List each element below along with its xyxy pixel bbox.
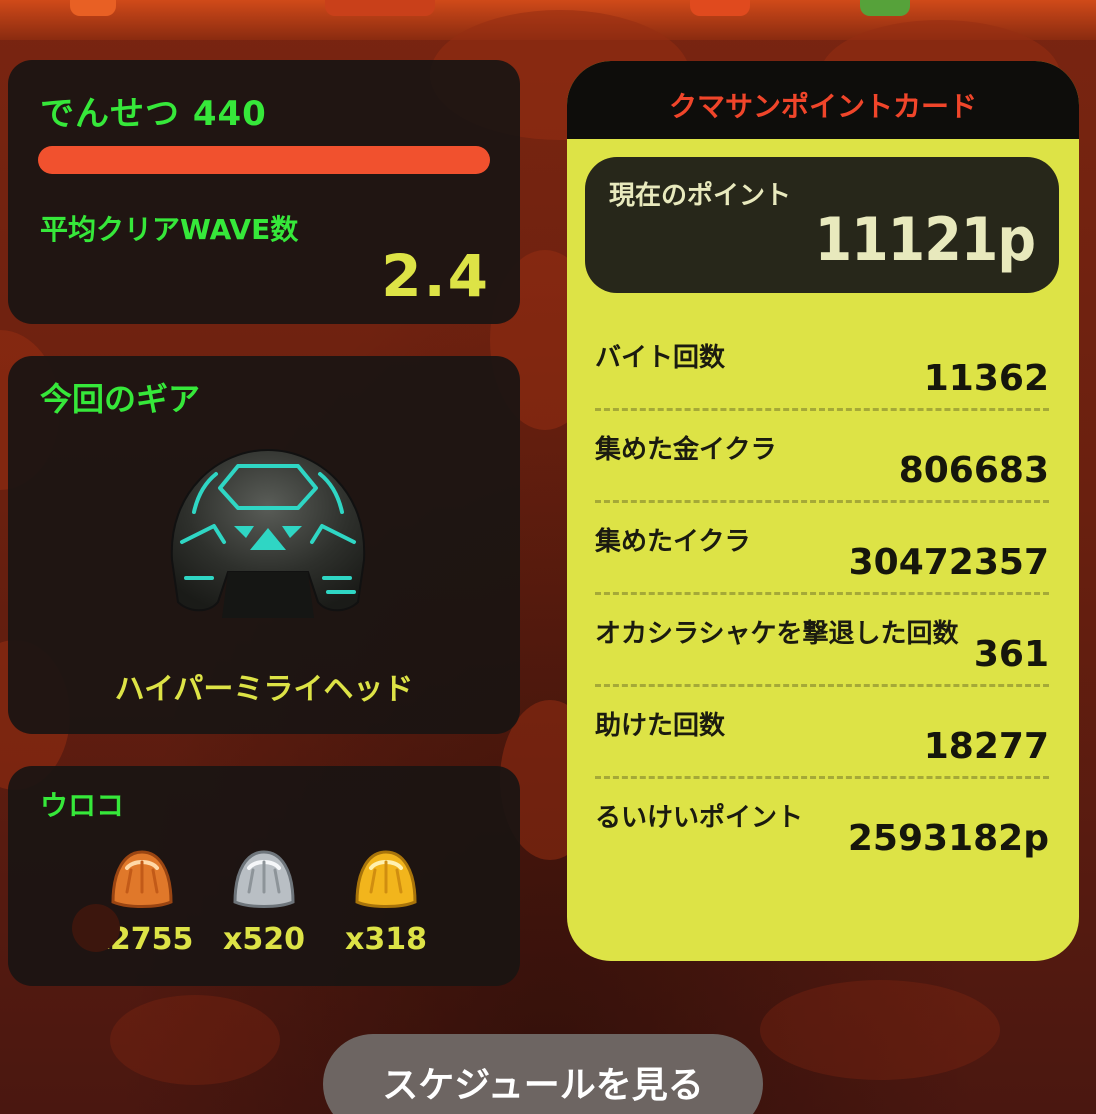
gear-title: 今回のギア: [40, 380, 201, 418]
top-decoration: [690, 0, 750, 16]
stat-row: るいけいポイント 2593182p: [595, 779, 1049, 871]
current-points-label: 現在のポイント: [609, 181, 792, 211]
gear-name: ハイパーミライヘッド: [114, 672, 414, 707]
stat-label: 助けた回数: [595, 711, 726, 741]
stat-row: オカシラシャケを撃退した回数 361: [595, 595, 1049, 687]
top-decoration: [325, 0, 435, 16]
stat-value: 806683: [898, 450, 1049, 491]
stat-label: るいけいポイント: [595, 803, 804, 833]
scales-title: ウロコ: [40, 789, 125, 822]
stat-label: 集めたイクラ: [595, 527, 751, 557]
background-blob: [760, 980, 1000, 1080]
helmet-icon: [170, 448, 366, 618]
stat-row: 集めたイクラ 30472357: [595, 503, 1049, 595]
current-points-value: 11121p: [814, 205, 1036, 275]
rank-panel: でんせつ 440 平均クリアWAVE数 2.4: [8, 60, 520, 324]
stat-row: 助けた回数 18277: [595, 687, 1049, 779]
top-decoration: [70, 0, 116, 16]
scales-panel: ウロコ x2755 x520 x318: [8, 766, 520, 986]
view-schedule-label: スケジュールを見る: [382, 1065, 704, 1106]
point-card-title: クマサンポイントカード: [668, 90, 977, 123]
stat-value: 18277: [923, 726, 1049, 767]
gear-panel: 今回のギア ハイパーミライヘッド: [8, 356, 520, 734]
bronze-scale-icon: [111, 850, 173, 908]
current-points-box: 現在のポイント 11121p: [585, 157, 1059, 293]
rank-progress-bar: [38, 146, 490, 174]
gold-scale-count: x318: [345, 922, 427, 957]
average-wave-label: 平均クリアWAVE数: [40, 213, 299, 246]
stat-value: 2593182p: [847, 818, 1049, 859]
average-wave-value: 2.4: [381, 242, 490, 310]
gold-scale-icon: [355, 850, 417, 908]
stat-label: バイト回数: [595, 343, 726, 373]
stat-value: 11362: [923, 358, 1049, 399]
stat-row: バイト回数 11362: [595, 319, 1049, 411]
silver-scale-count: x520: [223, 922, 305, 957]
rank-title: でんせつ 440: [40, 94, 267, 134]
stat-label: オカシラシャケを撃退した回数: [595, 619, 959, 649]
top-decoration: [860, 0, 910, 16]
silver-scale-icon: [233, 850, 295, 908]
silver-scale: x520: [204, 848, 324, 957]
view-schedule-button[interactable]: スケジュールを見る: [323, 1034, 763, 1114]
stat-label: 集めた金イクラ: [595, 435, 777, 465]
point-card-header: クマサンポイントカード: [567, 61, 1079, 139]
stat-row: 集めた金イクラ 806683: [595, 411, 1049, 503]
background-blob: [110, 995, 280, 1085]
point-card-notch: [72, 904, 120, 952]
point-card: クマサンポイントカード 現在のポイント 11121p バイト回数 11362 集…: [567, 61, 1079, 961]
stat-value: 361: [973, 634, 1049, 675]
stat-value: 30472357: [848, 542, 1049, 583]
gold-scale: x318: [326, 848, 446, 957]
